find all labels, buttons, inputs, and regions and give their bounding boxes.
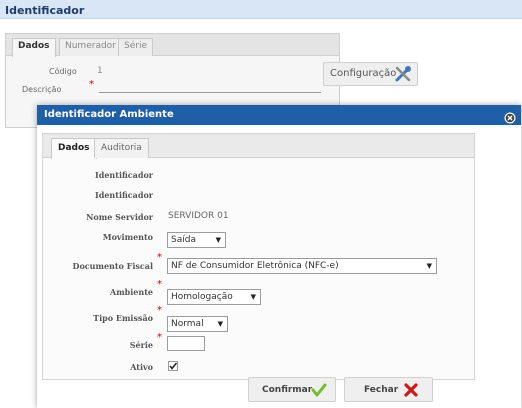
dialog-header: Identificador Ambiente: [37, 105, 521, 125]
dialog-title: Identificador Ambiente: [44, 109, 174, 120]
window-title: Identificador: [0, 0, 522, 19]
tipo-emissao-selected-value: Normal: [171, 319, 204, 329]
movimento-selected-value: Saída: [171, 235, 196, 245]
checkmark-icon: [311, 382, 327, 401]
ativo-label: Ativo: [130, 362, 153, 372]
dialog-form-panel: Dados Auditoria Identificador Identifica…: [42, 133, 475, 380]
tab-auditoria[interactable]: Auditoria: [94, 138, 149, 158]
triangle-down-icon: ▼: [250, 293, 256, 301]
serie-label: Série: [129, 340, 153, 350]
documento-fiscal-label: Documento Fiscal: [72, 261, 153, 271]
identificador-label-2: Identificador: [95, 190, 153, 200]
required-marker: *: [157, 305, 162, 316]
dialog-tab-bar: Dados Auditoria: [43, 134, 474, 159]
tab-numerador[interactable]: Numerador: [59, 38, 122, 56]
movimento-select[interactable]: Saída ▼: [167, 232, 226, 248]
fechar-button-label: Fechar: [364, 385, 399, 395]
documento-fiscal-selected-value: NF de Consumidor Eletrônica (NFC-e): [171, 261, 339, 271]
required-marker: *: [89, 79, 94, 90]
confirmar-button[interactable]: Confirmar: [248, 377, 336, 402]
ambiente-selected-value: Homologação: [171, 292, 233, 302]
tab-serie[interactable]: Série: [118, 38, 153, 56]
nome-servidor-label: Nome Servidor: [86, 212, 153, 222]
descricao-input[interactable]: [99, 92, 321, 93]
required-marker: *: [157, 332, 162, 343]
wrench-screwdriver-icon: [394, 65, 412, 86]
tipo-emissao-label: Tipo Emissão: [93, 313, 153, 323]
fechar-button[interactable]: Fechar: [344, 377, 433, 402]
x-icon: [404, 383, 418, 400]
tipo-emissao-select[interactable]: Normal ▼: [167, 316, 228, 332]
descricao-label: Descrição: [22, 85, 62, 94]
movimento-label: Movimento: [102, 232, 153, 242]
configuracao-button[interactable]: Configuração: [323, 62, 418, 86]
tab-dados-background[interactable]: Dados: [12, 38, 56, 57]
triangle-down-icon: ▼: [426, 262, 432, 270]
tab-dados[interactable]: Dados: [51, 138, 97, 159]
required-marker: *: [157, 252, 162, 263]
identificador-ambiente-dialog: Identificador Ambiente Dados Auditoria I…: [37, 105, 521, 408]
triangle-down-icon: ▼: [215, 236, 221, 244]
ambiente-select[interactable]: Homologação ▼: [167, 289, 261, 305]
documento-fiscal-select[interactable]: NF de Consumidor Eletrônica (NFC-e) ▼: [167, 258, 437, 274]
confirmar-button-label: Confirmar: [262, 385, 313, 395]
close-icon[interactable]: [504, 109, 516, 124]
codigo-label: Código: [49, 67, 77, 76]
codigo-value: 1: [97, 66, 103, 76]
required-marker: *: [157, 279, 162, 290]
triangle-down-icon: ▼: [217, 320, 223, 328]
ativo-checkbox[interactable]: [168, 361, 178, 371]
checkmark-icon: [169, 362, 178, 370]
ambiente-label: Ambiente: [110, 287, 153, 297]
nome-servidor-value: SERVIDOR 01: [168, 211, 229, 221]
configuracao-button-label: Configuração: [330, 68, 397, 79]
identificador-label: Identificador: [95, 170, 153, 180]
serie-input[interactable]: [167, 336, 205, 351]
background-tab-bar: Dados Numerador Série: [6, 34, 339, 57]
